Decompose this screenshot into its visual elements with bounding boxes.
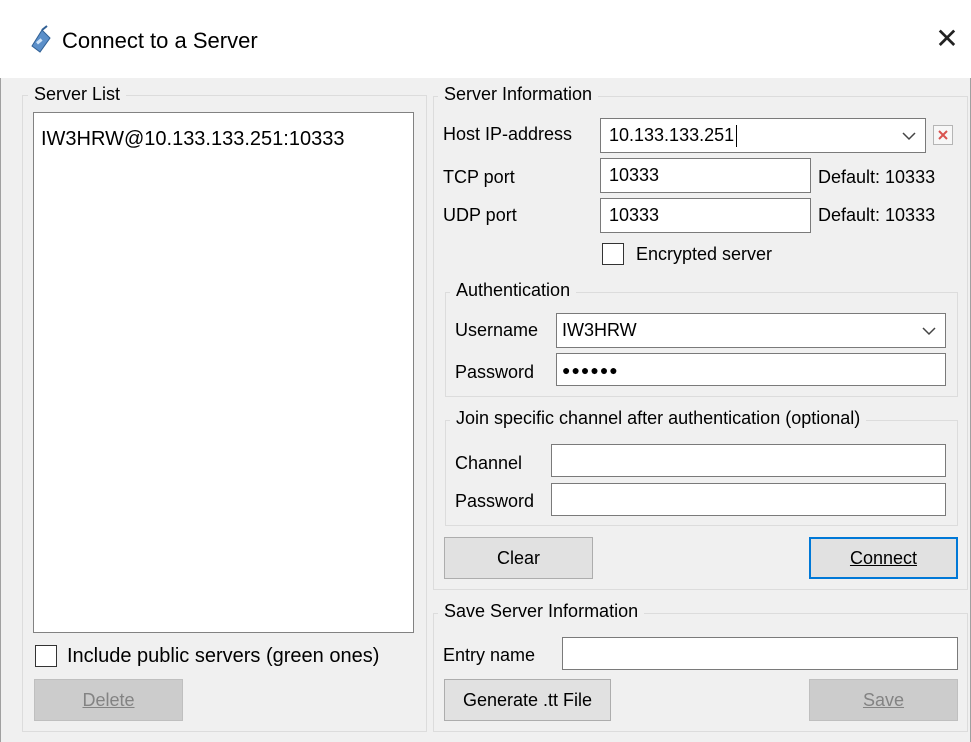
clear-button[interactable]: Clear <box>444 537 593 579</box>
channel-field[interactable] <box>551 444 946 477</box>
server-list-item[interactable]: IW3HRW@10.133.133.251:10333 <box>41 128 344 151</box>
chevron-down-icon[interactable] <box>900 130 918 142</box>
clear-host-icon[interactable] <box>933 125 953 145</box>
password-label: Password <box>455 362 535 382</box>
delete-button-label: Delete <box>82 690 135 710</box>
include-public-checkbox[interactable] <box>35 645 57 667</box>
udp-port-label: UDP port <box>443 205 517 225</box>
channel-label: Channel <box>455 453 523 473</box>
chevron-down-icon[interactable] <box>920 325 938 337</box>
username-label: Username <box>455 320 539 340</box>
save-server-legend: Save Server Information <box>438 601 645 622</box>
udp-port-field[interactable]: 10333 <box>600 198 811 233</box>
window-title: Connect to a Server <box>62 28 258 53</box>
include-public-label: Include public servers (green ones) <box>67 645 380 667</box>
username-value: IW3HRW <box>562 320 637 340</box>
app-radio-icon <box>26 24 56 54</box>
entry-name-field[interactable] <box>562 637 958 670</box>
generate-tt-file-button[interactable]: Generate .tt File <box>444 679 611 721</box>
host-ip-combobox[interactable]: 10.133.133.251 <box>600 118 926 153</box>
encrypted-server-label: Encrypted server <box>636 244 773 264</box>
close-icon[interactable]: ✕ <box>932 24 962 54</box>
save-button[interactable]: Save <box>809 679 958 721</box>
channel-password-field[interactable] <box>551 483 946 516</box>
connect-button-label: Connect <box>849 548 918 568</box>
join-channel-legend: Join specific channel after authenticati… <box>450 408 867 429</box>
host-ip-label: Host IP-address <box>443 124 573 144</box>
connect-button[interactable]: Connect <box>809 537 958 579</box>
server-listbox[interactable]: IW3HRW@10.133.133.251:10333 <box>33 112 414 633</box>
delete-button[interactable]: Delete <box>34 679 183 721</box>
channel-password-label: Password <box>455 491 535 511</box>
generate-tt-file-label: Generate .tt File <box>462 690 593 710</box>
save-button-label: Save <box>862 690 905 710</box>
tcp-port-field[interactable]: 10333 <box>600 158 811 193</box>
tcp-port-label: TCP port <box>443 167 515 187</box>
encrypted-server-checkbox[interactable] <box>602 243 624 265</box>
password-field[interactable]: ●●●●●● <box>556 353 946 386</box>
server-information-legend: Server Information <box>438 84 599 105</box>
authentication-legend: Authentication <box>450 280 577 301</box>
server-list-legend: Server List <box>28 84 127 105</box>
clear-button-label: Clear <box>496 548 540 568</box>
username-combobox[interactable]: IW3HRW <box>556 313 946 348</box>
tcp-default-label: Default: 10333 <box>818 167 936 187</box>
entry-name-label: Entry name <box>443 645 536 665</box>
udp-default-label: Default: 10333 <box>818 205 936 225</box>
host-ip-value: 10.133.133.251 <box>609 125 735 145</box>
